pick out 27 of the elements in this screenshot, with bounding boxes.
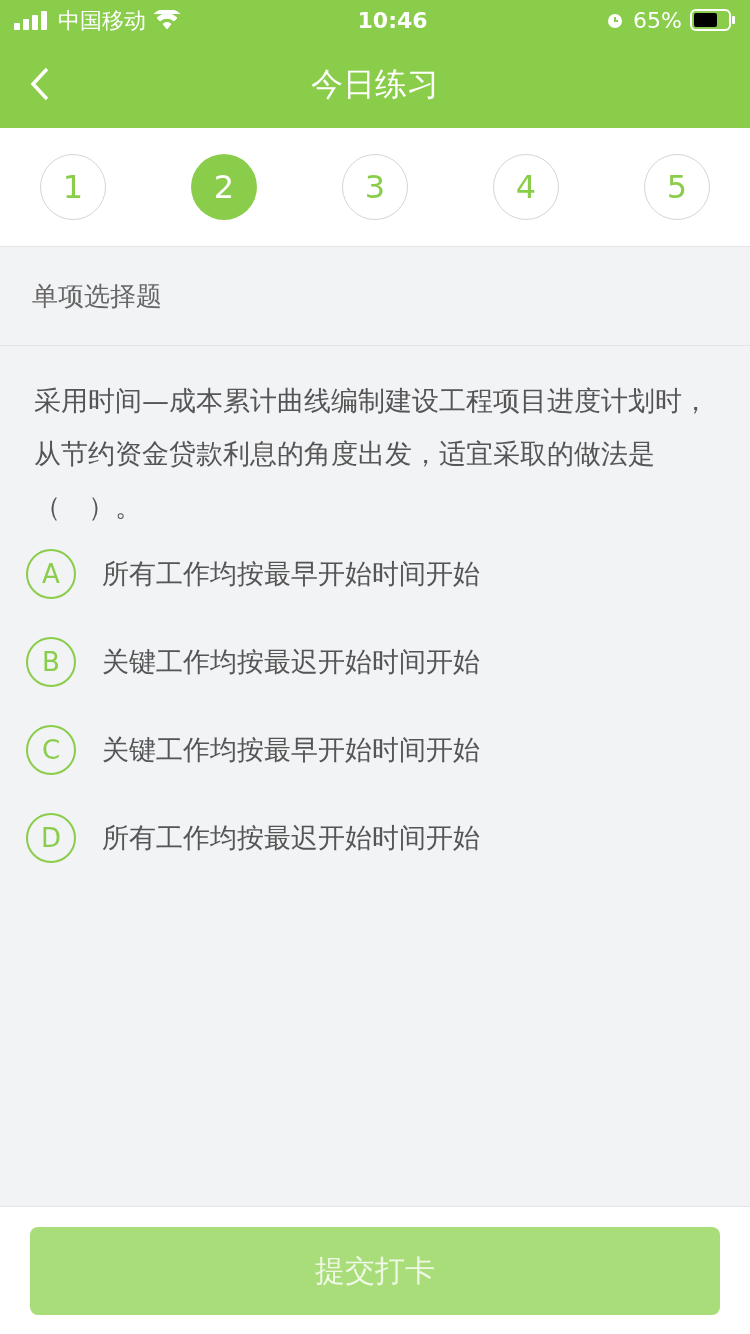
signal-icon <box>14 10 50 30</box>
option-text: 所有工作均按最迟开始时间开始 <box>102 820 480 855</box>
option-text: 关键工作均按最迟开始时间开始 <box>102 644 480 679</box>
question-number[interactable]: 5 <box>644 154 710 220</box>
wifi-icon <box>154 10 180 30</box>
answer-option[interactable]: D 所有工作均按最迟开始时间开始 <box>26 813 724 863</box>
answer-option[interactable]: A 所有工作均按最早开始时间开始 <box>26 549 724 599</box>
carrier-name: 中国移动 <box>58 6 146 35</box>
answer-option[interactable]: C 关键工作均按最早开始时间开始 <box>26 725 724 775</box>
option-letter: D <box>26 813 76 863</box>
answer-option[interactable]: B 关键工作均按最迟开始时间开始 <box>26 637 724 687</box>
question-text: 采用时间—成本累计曲线编制建设工程项目进度计划时，从节约资金贷款利息的角度出发，适宜采取的做法是（ ）。 <box>34 384 710 524</box>
option-letter: A <box>26 549 76 599</box>
question-number[interactable]: 3 <box>342 154 408 220</box>
back-icon <box>30 67 50 101</box>
option-letter: C <box>26 725 76 775</box>
option-letter: B <box>26 637 76 687</box>
question-number[interactable]: 4 <box>493 154 559 220</box>
status-time: 10:46 <box>357 6 428 35</box>
page-title: 今日练习 <box>311 64 439 105</box>
option-text: 所有工作均按最早开始时间开始 <box>102 556 480 591</box>
option-text: 关键工作均按最早开始时间开始 <box>102 732 480 767</box>
battery-percent: 65% <box>633 6 682 35</box>
question-number[interactable]: 1 <box>40 154 106 220</box>
battery-icon <box>690 9 736 31</box>
question-type: 单项选择题 <box>32 279 162 313</box>
question-number[interactable]: 2 <box>191 154 257 220</box>
